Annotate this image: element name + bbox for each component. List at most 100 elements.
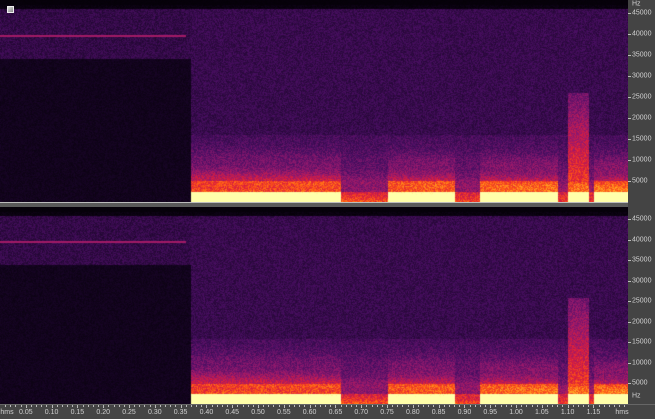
time-label: 0.25 — [122, 409, 136, 416]
time-minor-tick — [288, 405, 290, 407]
time-minor-tick — [464, 405, 466, 407]
spectrogram-channel-1[interactable] — [0, 0, 628, 202]
frequency-label: 10000 — [632, 156, 652, 164]
time-label: 0.15 — [70, 409, 85, 416]
time-minor-tick — [20, 405, 22, 407]
time-minor-tick — [268, 405, 270, 407]
time-minor-tick — [603, 405, 605, 407]
time-label: 0.65 — [328, 409, 343, 416]
time-minor-tick — [309, 405, 311, 407]
time-minor-tick — [196, 405, 198, 407]
frequency-label: 35000 — [632, 256, 652, 264]
time-minor-tick — [567, 405, 569, 407]
time-label: 0.40 — [199, 409, 214, 416]
time-minor-tick — [330, 405, 332, 407]
time-minor-tick — [56, 405, 58, 407]
time-minor-tick — [479, 405, 481, 407]
time-minor-tick — [263, 405, 265, 407]
time-minor-tick — [113, 405, 115, 407]
time-minor-tick — [258, 405, 259, 407]
frequency-ruler-channel-2[interactable]: 45000 40000 35000 30000 25000 20000 15000 10000… — [628, 202, 655, 404]
time-label: 1.15 — [586, 409, 601, 416]
time-label: 0.55 — [277, 409, 291, 416]
time-minor-tick — [361, 405, 363, 407]
zoom-navigator-icon[interactable] — [7, 6, 14, 13]
time-label: 1.05 — [535, 409, 549, 416]
time-minor-tick — [242, 405, 244, 407]
time-minor-tick — [376, 405, 378, 407]
time-minor-tick — [583, 405, 585, 407]
time-minor-tick — [619, 405, 621, 407]
time-minor-tick — [608, 405, 610, 407]
frequency-tick — [628, 138, 631, 140]
time-minor-tick — [433, 405, 435, 407]
time-minor-tick — [381, 405, 383, 407]
time-minor-tick — [139, 405, 141, 407]
spectral-frequency-display: 45000 40000 35000 30000 25000 20000 15000 10000… — [0, 0, 655, 419]
frequency-label: 25000 — [632, 93, 652, 101]
time-minor-tick — [206, 405, 208, 407]
time-minor-tick — [325, 405, 327, 407]
time-minor-tick — [237, 405, 239, 407]
time-minor-tick — [221, 405, 223, 407]
time-minor-tick — [562, 405, 564, 407]
time-minor-tick — [407, 405, 409, 407]
frequency-label: 40000 — [632, 236, 652, 244]
time-minor-tick — [67, 405, 69, 407]
time-minor-tick — [495, 405, 497, 407]
time-minor-tick — [402, 405, 404, 407]
time-label: 0.20 — [96, 409, 111, 416]
time-minor-tick — [366, 405, 368, 407]
frequency-label: 15000 — [632, 338, 652, 346]
frequency-tick — [628, 33, 631, 35]
time-minor-tick — [190, 405, 192, 407]
time-minor-tick — [428, 405, 430, 407]
time-minor-tick — [118, 405, 120, 407]
time-minor-tick — [103, 405, 105, 407]
frequency-tick — [628, 180, 631, 182]
time-minor-tick — [423, 405, 425, 407]
time-minor-tick — [175, 405, 177, 407]
time-minor-tick — [232, 405, 234, 407]
time-minor-tick — [25, 405, 27, 407]
frequency-ruler-channel-1[interactable]: 45000 40000 35000 30000 25000 20000 15000 10000… — [628, 0, 655, 202]
time-minor-tick — [134, 405, 136, 407]
time-minor-tick — [417, 405, 419, 407]
frequency-unit-label: Hz — [632, 0, 641, 8]
frequency-tick — [628, 159, 631, 161]
time-minor-tick — [387, 405, 389, 407]
time-minor-tick — [371, 405, 373, 407]
time-minor-tick — [211, 405, 213, 407]
time-minor-tick — [536, 405, 538, 407]
time-label: 0.10 — [44, 409, 59, 416]
frequency-unit-label: Hz — [632, 392, 641, 400]
time-ruler[interactable]: hms hms 0.05 0.10 0.15 0.20 0.25 0.30 0.35 0.40 0.… — [0, 404, 655, 419]
time-minor-tick — [294, 405, 296, 407]
time-minor-tick — [77, 405, 79, 407]
time-minor-tick — [92, 405, 94, 407]
time-minor-tick — [61, 405, 63, 407]
spectrogram-channel-2[interactable] — [0, 207, 628, 404]
time-unit-right: hms — [615, 409, 629, 416]
time-minor-tick — [144, 405, 146, 407]
time-unit-left: hms — [0, 409, 14, 416]
frequency-tick — [628, 321, 631, 323]
time-minor-tick — [314, 405, 316, 407]
time-minor-tick — [227, 405, 229, 407]
time-minor-tick — [5, 405, 7, 407]
time-minor-tick — [505, 405, 507, 407]
time-minor-tick — [165, 405, 167, 407]
time-minor-tick — [459, 405, 461, 407]
time-minor-tick — [185, 405, 187, 407]
time-minor-tick — [438, 405, 440, 407]
time-label: 0.80 — [406, 409, 420, 416]
time-minor-tick — [490, 405, 492, 407]
time-minor-tick — [30, 405, 32, 407]
time-minor-tick — [304, 405, 306, 407]
time-minor-tick — [516, 405, 518, 407]
frequency-tick — [628, 96, 631, 98]
time-minor-tick — [552, 405, 554, 407]
time-minor-tick — [201, 405, 203, 407]
time-minor-tick — [154, 405, 156, 407]
frequency-tick — [628, 362, 631, 364]
